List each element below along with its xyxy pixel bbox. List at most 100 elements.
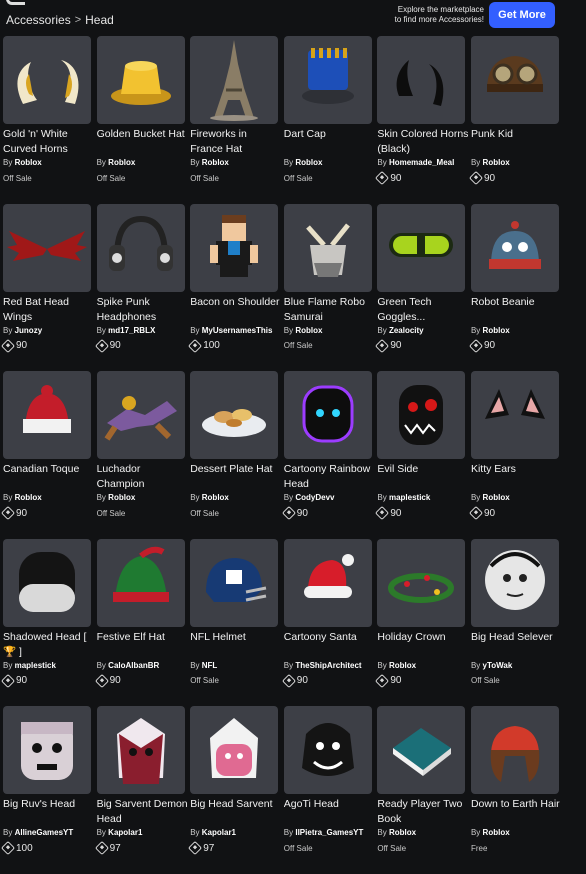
accessory-name[interactable]: Ready Player Two Book xyxy=(377,797,469,827)
breadcrumb-accessories[interactable]: Accessories xyxy=(6,13,71,27)
accessory-name[interactable]: Fireworks in France Hat xyxy=(190,127,282,157)
creator-name[interactable]: Roblox xyxy=(389,661,416,670)
creator-name[interactable]: Roblox xyxy=(15,493,42,502)
creator-name[interactable]: maplestick xyxy=(15,661,56,670)
creator-name[interactable]: Roblox xyxy=(483,493,510,502)
accessory-thumbnail[interactable] xyxy=(3,203,91,292)
accessory-thumbnail[interactable] xyxy=(96,36,185,124)
accessory-card[interactable]: Shadowed Head [ 🏆 ] By maplestick 90 xyxy=(0,538,95,707)
accessory-name[interactable]: Punk Kid xyxy=(471,127,563,157)
creator-name[interactable]: Kapolar1 xyxy=(108,828,142,837)
accessory-thumbnail[interactable] xyxy=(377,371,466,459)
creator-name[interactable]: yToWak xyxy=(483,661,513,670)
accessory-name[interactable]: Red Bat Head Wings xyxy=(3,295,95,325)
creator-name[interactable]: Roblox xyxy=(108,493,135,502)
accessory-name[interactable]: Kitty Ears xyxy=(471,462,563,492)
accessory-name[interactable]: Robot Beanie xyxy=(471,295,563,325)
accessory-thumbnail[interactable] xyxy=(470,706,559,794)
creator-name[interactable]: Roblox xyxy=(389,828,416,837)
creator-name[interactable]: NFL xyxy=(202,661,218,670)
accessory-card[interactable]: Down to Earth Hair By Roblox Free xyxy=(470,706,563,874)
accessory-thumbnail[interactable] xyxy=(283,203,372,292)
accessory-name[interactable]: Bacon on Shoulder xyxy=(190,295,282,325)
creator-name[interactable]: Homemade_Meal xyxy=(389,158,454,167)
accessory-name[interactable]: Spike Punk Headphones xyxy=(97,295,189,325)
creator-name[interactable]: IIPietra_GamesYT xyxy=(295,828,363,837)
accessory-name[interactable]: Gold 'n' White Curved Horns xyxy=(3,127,95,157)
accessory-thumbnail[interactable] xyxy=(190,36,279,124)
creator-name[interactable]: maplestick xyxy=(389,493,430,502)
accessory-name[interactable]: Blue Flame Robo Samurai xyxy=(284,295,376,325)
accessory-card[interactable]: Red Bat Head Wings By Junozy 90 xyxy=(0,203,95,372)
accessory-card[interactable]: Big Head Sarvent By Kapolar1 97 xyxy=(188,706,282,874)
accessory-card[interactable]: Kitty Ears By Roblox 90 xyxy=(468,371,563,539)
accessory-card[interactable]: AgoTi Head By IIPietra_GamesYT Off Sale xyxy=(283,706,376,874)
accessory-card[interactable]: Big Head Selever By yToWak Off Sale xyxy=(470,538,563,707)
accessory-thumbnail[interactable] xyxy=(96,203,185,292)
accessory-card[interactable]: Bacon on Shoulder By MyUsernamesThis 100 xyxy=(188,203,282,372)
accessory-card[interactable]: Green Tech Goggles... By Zealocity 90 xyxy=(375,203,469,372)
creator-name[interactable]: md17_RBLX xyxy=(108,326,155,335)
accessory-card[interactable]: Gold 'n' White Curved Horns By Roblox Off … xyxy=(3,36,92,204)
accessory-name[interactable]: Holiday Crown xyxy=(377,630,469,660)
accessory-name[interactable]: Big Ruv's Head xyxy=(3,797,95,827)
accessory-card[interactable]: Luchador Champion By Roblox Off Sale xyxy=(96,371,189,539)
accessory-card[interactable]: Skin Colored Horns (Black) By Homemade_Me… xyxy=(375,36,468,204)
accessory-name[interactable]: Dessert Plate Hat xyxy=(190,462,282,492)
accessory-thumbnail[interactable] xyxy=(377,203,466,292)
accessory-thumbnail[interactable] xyxy=(377,538,466,627)
accessory-thumbnail[interactable] xyxy=(190,706,279,794)
accessory-thumbnail[interactable] xyxy=(283,706,372,794)
accessory-name[interactable]: Festive Elf Hat xyxy=(97,630,189,660)
accessory-card[interactable]: Robot Beanie By Roblox 90 xyxy=(468,203,563,372)
accessory-name[interactable]: Big Head Selever xyxy=(471,630,563,660)
accessory-name[interactable]: Cartoony Rainbow Head xyxy=(284,462,376,492)
accessory-card[interactable]: Blue Flame Robo Samurai By Roblox Off Sale xyxy=(283,203,376,372)
accessory-card[interactable]: Canadian Toque By Roblox 90 xyxy=(0,371,95,539)
accessory-card[interactable]: Big Sarvent Demon Head By Kapolar1 97 xyxy=(94,706,189,874)
accessory-card[interactable]: Cartoony Santa By TheShipArchitect 90 xyxy=(281,538,373,707)
accessory-thumbnail[interactable] xyxy=(3,36,91,124)
accessory-name[interactable]: Shadowed Head [ 🏆 ] xyxy=(3,630,95,660)
creator-name[interactable]: Roblox xyxy=(483,326,510,335)
accessory-thumbnail[interactable] xyxy=(3,538,91,627)
get-more-button[interactable]: Get More xyxy=(489,2,555,28)
accessory-card[interactable]: Dessert Plate Hat By Roblox Off Sale xyxy=(190,371,279,539)
accessory-thumbnail[interactable] xyxy=(283,371,372,459)
creator-name[interactable]: Roblox xyxy=(108,158,135,167)
creator-name[interactable]: Roblox xyxy=(202,158,229,167)
accessory-thumbnail[interactable] xyxy=(470,538,559,627)
creator-name[interactable]: Zealocity xyxy=(389,326,424,335)
accessory-name[interactable]: Big Sarvent Demon Head xyxy=(97,797,189,827)
accessory-card[interactable]: Holiday Crown By Roblox 90 xyxy=(375,538,469,707)
accessory-thumbnail[interactable] xyxy=(190,538,279,627)
accessory-card[interactable]: Punk Kid By Roblox 90 xyxy=(468,36,563,204)
creator-name[interactable]: Roblox xyxy=(295,158,322,167)
accessory-card[interactable]: Big Ruv's Head By AllineGamesYT 100 xyxy=(0,706,95,874)
accessory-name[interactable]: Evil Side xyxy=(377,462,469,492)
accessory-thumbnail[interactable] xyxy=(96,706,185,794)
accessory-name[interactable]: Green Tech Goggles... xyxy=(377,295,469,325)
accessory-thumbnail[interactable] xyxy=(190,203,279,292)
accessory-card[interactable]: Golden Bucket Hat By Roblox Off Sale xyxy=(96,36,189,204)
creator-name[interactable]: Junozy xyxy=(15,326,43,335)
accessory-card[interactable]: NFL Helmet By NFL Off Sale xyxy=(190,538,279,707)
accessory-name[interactable]: Dart Cap xyxy=(284,127,376,157)
accessory-name[interactable]: Luchador Champion xyxy=(97,462,189,492)
accessory-name[interactable]: Big Head Sarvent xyxy=(190,797,282,827)
accessory-name[interactable]: AgoTi Head xyxy=(284,797,376,827)
creator-name[interactable]: Roblox xyxy=(202,493,229,502)
accessory-name[interactable]: Canadian Toque xyxy=(3,462,95,492)
creator-name[interactable]: Roblox xyxy=(483,828,510,837)
accessory-name[interactable]: Down to Earth Hair xyxy=(471,797,563,827)
accessory-thumbnail[interactable] xyxy=(470,203,559,292)
creator-name[interactable]: Kapolar1 xyxy=(202,828,236,837)
accessory-card[interactable]: Ready Player Two Book By Roblox Off Sale xyxy=(377,706,466,874)
accessory-card[interactable]: Fireworks in France Hat By Roblox Off Sale xyxy=(190,36,279,204)
creator-name[interactable]: AllineGamesYT xyxy=(15,828,74,837)
accessory-name[interactable]: Golden Bucket Hat xyxy=(97,127,189,157)
creator-name[interactable]: MyUsernamesThis xyxy=(202,326,273,335)
accessory-card[interactable]: Cartoony Rainbow Head By CodyDevv 90 xyxy=(281,371,376,539)
creator-name[interactable]: Roblox xyxy=(295,326,322,335)
accessory-thumbnail[interactable] xyxy=(96,538,185,627)
